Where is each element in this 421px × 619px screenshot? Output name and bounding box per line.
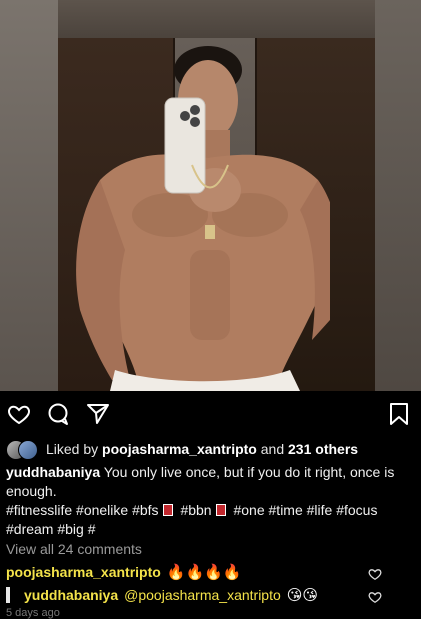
nepal-flag-icon (215, 504, 226, 516)
reply-mention[interactable]: @poojasharma_xantripto (124, 587, 281, 603)
person-silhouette (76, 46, 330, 391)
reply-username[interactable]: yuddhabaniya (24, 587, 118, 603)
liker-avatars (6, 439, 40, 460)
wall-right (375, 0, 421, 391)
hashtags: #fitnesslife #onelike #bfs #bbn #one #ti… (6, 501, 411, 539)
post-actions (0, 395, 421, 431)
comment-username[interactable]: poojasharma_xantripto (6, 564, 161, 580)
post-time: 5 days ago (6, 607, 60, 619)
post-caption: yuddhabaniya You only live once, but if … (6, 463, 411, 539)
comment-row: poojasharma_xantripto 🔥🔥🔥🔥 (6, 563, 391, 581)
door-frame-top (58, 0, 376, 38)
view-all-comments[interactable]: View all 24 comments (6, 541, 142, 557)
likes-row[interactable]: Liked by poojasharma_xantripto and 231 o… (6, 438, 358, 460)
avatar (18, 440, 38, 460)
liked-by-user[interactable]: poojasharma_xantripto (102, 441, 257, 457)
hashtags-part1[interactable]: #fitnesslife #onelike #bfs (6, 502, 159, 518)
heart-icon[interactable] (6, 401, 32, 427)
bookmark-icon[interactable] (386, 401, 412, 427)
nepal-flag-icon (162, 504, 173, 516)
caption-username[interactable]: yuddhabaniya (6, 464, 100, 480)
wall-left (0, 0, 58, 391)
send-icon[interactable] (85, 401, 111, 427)
reply-text: 😘😘 (286, 587, 319, 604)
reply-like-icon[interactable] (368, 590, 382, 604)
comment-icon[interactable] (45, 401, 71, 427)
reply-indicator (6, 587, 10, 603)
likes-and: and (260, 441, 285, 457)
post-image[interactable] (0, 0, 421, 391)
reply-row: yuddhabaniya @poojasharma_xantripto 😘😘 (6, 586, 391, 604)
likes-others[interactable]: 231 others (288, 441, 358, 457)
hashtags-part2[interactable]: #bbn (180, 502, 211, 518)
likes-prefix: Liked by (46, 441, 99, 457)
comment-text: 🔥🔥🔥🔥 (166, 564, 242, 581)
comment-like-icon[interactable] (368, 567, 382, 581)
